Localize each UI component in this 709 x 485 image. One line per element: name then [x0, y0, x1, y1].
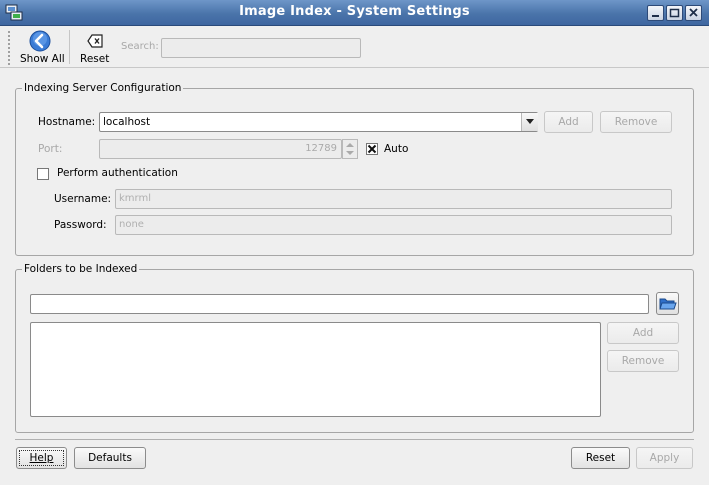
defaults-label: Defaults: [88, 452, 132, 464]
search-input[interactable]: [161, 38, 361, 58]
minimize-button[interactable]: [647, 5, 664, 21]
folders-list[interactable]: [30, 322, 601, 417]
chevron-down-icon: [526, 119, 534, 124]
folder-path-input[interactable]: [30, 294, 649, 314]
folder-open-icon: [659, 298, 677, 310]
maximize-button[interactable]: [666, 5, 683, 21]
search-label: Search:: [121, 41, 159, 52]
hostname-combobox[interactable]: localhost: [99, 112, 538, 132]
browse-folder-button[interactable]: [656, 292, 679, 315]
password-input[interactable]: none: [115, 215, 672, 235]
toolbar-separator: [69, 30, 70, 64]
checkmark-x-icon: [367, 144, 377, 154]
footer-separator: [15, 439, 694, 440]
toolbar-reset-label: Reset: [80, 53, 110, 65]
port-spinbox[interactable]: 12789: [99, 139, 342, 159]
username-label: Username:: [54, 193, 112, 205]
show-all-label: Show All: [20, 53, 65, 65]
toolbar-grip[interactable]: [7, 30, 11, 66]
folders-add-button[interactable]: Add: [607, 322, 679, 344]
close-icon: [689, 8, 698, 17]
hostname-dropdown-button[interactable]: [521, 113, 538, 131]
hostname-label: Hostname:: [38, 116, 96, 128]
minimize-icon: [652, 15, 659, 17]
back-arrow-icon: [29, 30, 51, 52]
perform-authentication-checkbox[interactable]: [37, 168, 49, 180]
defaults-button[interactable]: Defaults: [74, 447, 146, 469]
port-spin-buttons[interactable]: [342, 139, 358, 159]
clear-icon: [87, 34, 103, 48]
port-value: 12789: [305, 143, 337, 154]
folders-group-title: Folders to be Indexed: [22, 263, 140, 275]
hostname-remove-button[interactable]: Remove: [600, 111, 672, 133]
auto-checkbox[interactable]: [366, 143, 378, 155]
help-button[interactable]: Help: [16, 447, 67, 469]
hostname-add-button[interactable]: Add: [544, 111, 593, 133]
show-all-button[interactable]: Show All: [16, 28, 66, 66]
maximize-icon: [669, 8, 680, 18]
toolbar-reset-button[interactable]: Reset: [77, 28, 113, 66]
apply-button[interactable]: Apply: [636, 447, 693, 469]
indexing-server-group-title: Indexing Server Configuration: [22, 82, 184, 94]
folders-remove-button[interactable]: Remove: [607, 350, 679, 372]
password-label: Password:: [54, 219, 107, 231]
auto-label: Auto: [384, 143, 409, 155]
username-input[interactable]: kmrml: [115, 189, 672, 209]
spin-arrows-icon: [346, 143, 354, 155]
hostname-value: localhost: [103, 116, 151, 128]
reset-label: Reset: [585, 452, 616, 464]
port-label: Port:: [38, 143, 63, 155]
perform-authentication-label: Perform authentication: [57, 167, 178, 179]
window-title: Image Index - System Settings: [239, 4, 470, 19]
reset-button[interactable]: Reset: [571, 447, 630, 469]
close-button[interactable]: [685, 5, 702, 21]
help-label: Help: [29, 452, 54, 464]
